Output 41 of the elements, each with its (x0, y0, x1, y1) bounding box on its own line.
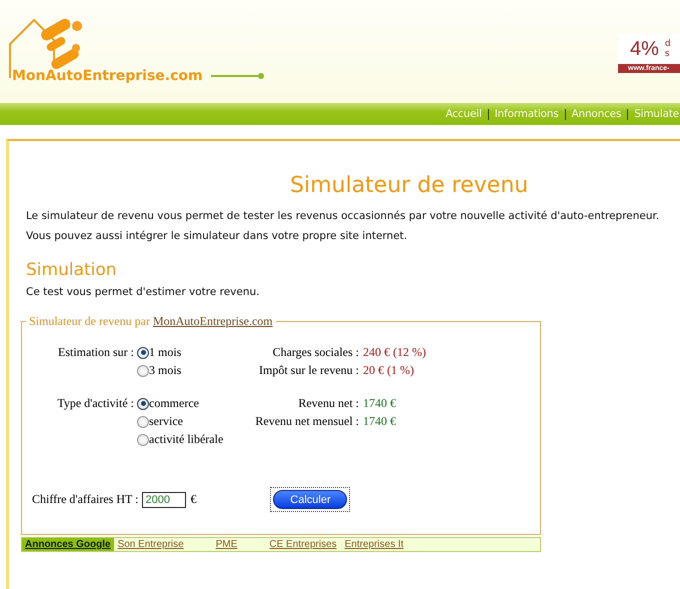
ad-link[interactable]: CE Entreprises (265, 538, 341, 551)
legend-link[interactable]: MonAutoEntreprise.com (152, 314, 273, 328)
option-label[interactable]: activité libérale (149, 432, 224, 447)
radio-button[interactable] (137, 434, 149, 446)
option-label[interactable]: service (149, 414, 183, 429)
currency-text: € (190, 492, 196, 507)
logo-text: MonAutoEntreprise.com (12, 68, 203, 84)
result-label: Revenu net mensuel : (254, 414, 360, 429)
result-label: Impôt sur le revenu : (258, 363, 360, 378)
radio-button[interactable] (137, 416, 149, 428)
ads-title[interactable]: Annonces Google (22, 538, 114, 551)
radio-button[interactable] (137, 346, 149, 358)
result-label: Revenu net : (297, 396, 360, 411)
ad-text: d (664, 39, 671, 49)
revenue-input[interactable]: 2000 (142, 492, 186, 508)
legend-text: Simulateur de revenu par (29, 314, 150, 328)
field-label: Estimation sur : (57, 345, 135, 361)
line-dot-icon (210, 72, 265, 80)
option-label[interactable]: 1 mois (149, 345, 182, 360)
intro-text: Le simulateur de revenu vous permet de tester les revenus occasionnés par votre nouvelle activité d'auto-entrepreneur. (26, 210, 660, 222)
result-value: 20 € (1 %) (363, 363, 414, 378)
calculate-button[interactable]: Calculer (273, 490, 348, 509)
intro-text: Vous pouvez aussi intégrer le simulateur dans votre propre site internet. (26, 230, 408, 242)
result-value: 240 € (12 %) (363, 345, 426, 360)
option-label[interactable]: 3 mois (149, 363, 182, 378)
radio-button[interactable] (137, 364, 149, 376)
page-title: Simulateur de revenu (289, 173, 530, 198)
section-text: Ce test vous permet d'estimer votre revenu. (26, 286, 260, 298)
field-label: Type d'activité : (56, 396, 135, 412)
result-value: 1740 € (363, 396, 396, 411)
field-label: Chiffre d'affaires HT : (32, 492, 138, 507)
ad-link[interactable]: PME (212, 538, 242, 551)
section-title: Simulation (26, 260, 118, 280)
ad-link[interactable]: Son Entreprise (114, 538, 188, 551)
ad-link[interactable]: Entreprises It (340, 538, 408, 551)
result-label: Charges sociales : (272, 345, 360, 360)
result-value: 1740 € (363, 414, 396, 429)
ad-percent: 4% (630, 38, 659, 60)
ad-text: s (664, 49, 671, 59)
option-label[interactable]: commerce (149, 396, 199, 411)
radio-button[interactable] (137, 398, 149, 410)
